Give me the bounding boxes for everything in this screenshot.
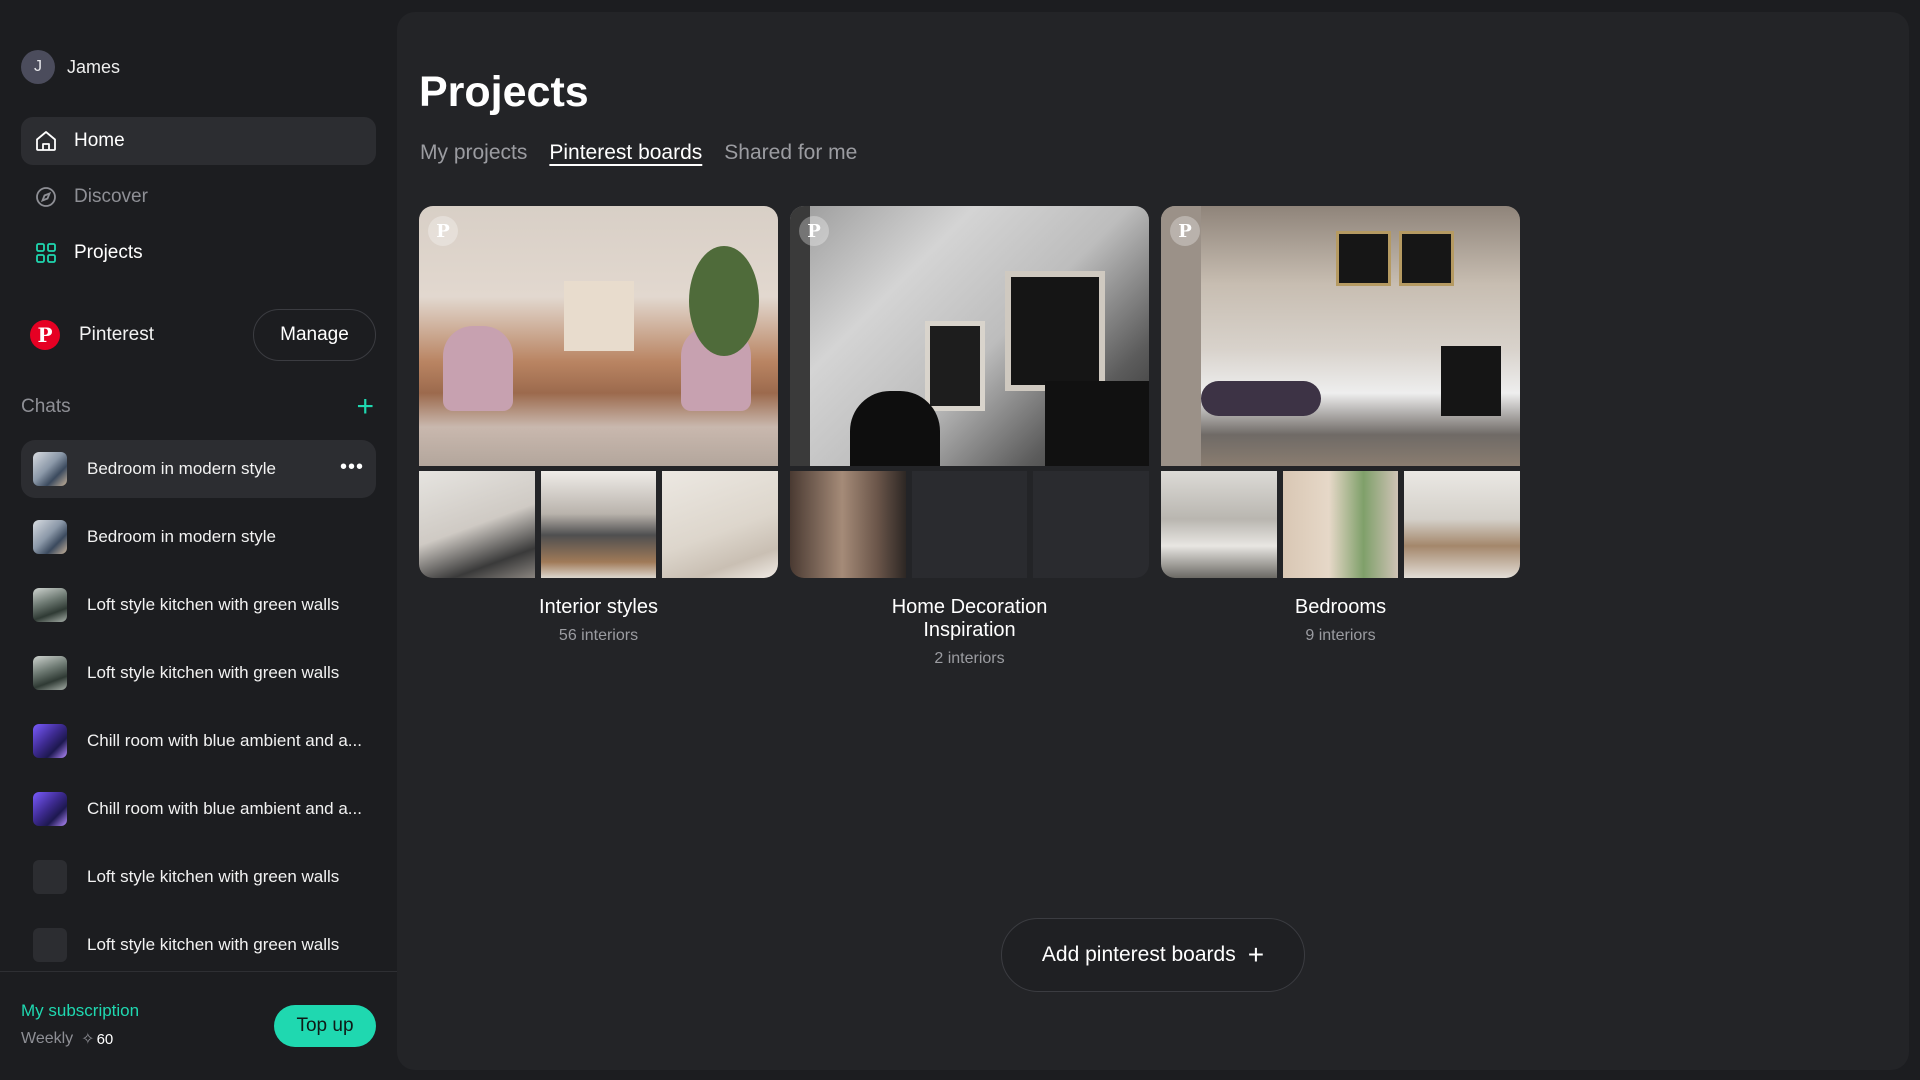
chat-item[interactable]: Bedroom in modern style bbox=[21, 508, 376, 566]
chat-label: Loft style kitchen with green walls bbox=[87, 663, 340, 682]
board-thumbnail bbox=[419, 471, 535, 578]
board-thumbnails bbox=[790, 471, 1149, 578]
board-thumbnails bbox=[419, 471, 778, 578]
home-icon bbox=[36, 131, 56, 151]
board-card[interactable]: P Home Decoration Inspiration 2 interior… bbox=[790, 206, 1149, 668]
board-thumbnail bbox=[1161, 471, 1277, 578]
grid-icon bbox=[36, 243, 56, 263]
more-options-icon[interactable]: ••• bbox=[340, 456, 364, 479]
board-image-collage[interactable]: P bbox=[1161, 206, 1520, 578]
chats-header: Chats + bbox=[21, 392, 376, 422]
add-pinterest-boards-button[interactable]: Add pinterest boards + bbox=[1001, 918, 1305, 992]
chat-label: Loft style kitchen with green walls bbox=[87, 867, 340, 886]
chat-label: Loft style kitchen with green walls bbox=[87, 935, 340, 954]
chat-thumbnail bbox=[33, 520, 67, 554]
board-grid: P Interior styles 56 interiors P Home De… bbox=[419, 206, 1520, 668]
board-cover-image: P bbox=[419, 206, 778, 466]
plus-icon: + bbox=[1247, 939, 1265, 970]
tab-pinterest-boards[interactable]: Pinterest boards bbox=[549, 141, 702, 165]
board-name: Home Decoration Inspiration bbox=[891, 596, 1048, 641]
board-thumbnail-empty bbox=[1033, 471, 1149, 578]
chat-thumbnail bbox=[33, 860, 67, 894]
chat-thumbnail bbox=[33, 792, 67, 826]
board-thumbnail bbox=[1282, 471, 1399, 578]
chat-item[interactable]: Loft style kitchen with green walls bbox=[21, 848, 376, 906]
board-count: 56 interiors bbox=[558, 627, 639, 644]
user-profile[interactable]: J James bbox=[21, 50, 120, 84]
board-name: Interior styles bbox=[539, 596, 658, 618]
project-tabs: My projects Pinterest boards Shared for … bbox=[420, 141, 857, 165]
board-thumbnail bbox=[662, 471, 778, 578]
chat-label: Loft style kitchen with green walls bbox=[87, 595, 340, 614]
tab-my-projects[interactable]: My projects bbox=[420, 141, 527, 165]
chat-label: Bedroom in modern style bbox=[87, 459, 276, 478]
chat-thumbnail bbox=[33, 588, 67, 622]
chat-thumbnail bbox=[33, 724, 67, 758]
chat-item[interactable]: Bedroom in modern style ••• bbox=[21, 440, 376, 498]
chat-item[interactable]: Loft style kitchen with green walls bbox=[21, 644, 376, 702]
chat-label: Bedroom in modern style bbox=[87, 527, 276, 546]
subscription-link[interactable]: My subscription bbox=[21, 1001, 139, 1021]
sparkle-icon: ✧ bbox=[81, 1031, 95, 1048]
manage-button[interactable]: Manage bbox=[253, 309, 376, 361]
board-thumbnails bbox=[1161, 471, 1520, 578]
credits-count: 60 bbox=[96, 1030, 114, 1048]
chat-list: Bedroom in modern style ••• Bedroom in m… bbox=[21, 440, 376, 984]
nav-item-projects[interactable]: Projects bbox=[21, 229, 376, 277]
board-thumbnail-empty bbox=[911, 471, 1028, 578]
nav-item-discover[interactable]: Discover bbox=[21, 173, 376, 221]
chat-thumbnail bbox=[33, 656, 67, 690]
chat-item[interactable]: Chill room with blue ambient and a... bbox=[21, 712, 376, 770]
nav-label-discover: Discover bbox=[74, 186, 148, 207]
board-count: 2 interiors bbox=[934, 650, 1005, 667]
nav-item-home[interactable]: Home bbox=[21, 117, 376, 165]
chat-label: Chill room with blue ambient and a... bbox=[87, 799, 362, 818]
board-cover-image: P bbox=[790, 206, 1149, 466]
board-card[interactable]: P Interior styles 56 interiors bbox=[419, 206, 778, 668]
pinterest-badge-icon: P bbox=[428, 216, 458, 246]
nav-label-projects: Projects bbox=[74, 242, 143, 263]
top-up-button[interactable]: Top up bbox=[274, 1005, 376, 1047]
sidebar: J James Home Discover Projects P Pintere… bbox=[0, 0, 397, 1080]
board-thumbnail bbox=[1404, 471, 1520, 578]
subscription-panel: My subscription Weekly ✧ 60 Top up bbox=[0, 971, 397, 1080]
chat-item[interactable]: Loft style kitchen with green walls bbox=[21, 576, 376, 634]
pinterest-badge-icon: P bbox=[799, 216, 829, 246]
avatar[interactable]: J bbox=[21, 50, 55, 84]
board-name: Bedrooms bbox=[1294, 596, 1387, 618]
chat-item[interactable]: Chill room with blue ambient and a... bbox=[21, 780, 376, 838]
tab-shared-for-me[interactable]: Shared for me bbox=[724, 141, 857, 165]
board-image-collage[interactable]: P bbox=[419, 206, 778, 578]
main-nav: Home Discover Projects bbox=[21, 117, 376, 285]
board-thumbnail bbox=[790, 471, 906, 578]
pinterest-logo-icon: P bbox=[30, 320, 60, 350]
pinterest-badge-icon: P bbox=[1170, 216, 1200, 246]
chat-thumbnail bbox=[33, 452, 67, 486]
board-thumbnail bbox=[540, 471, 657, 578]
subscription-plan: Weekly bbox=[21, 1030, 74, 1047]
pinterest-label: Pinterest bbox=[79, 324, 154, 345]
chat-item[interactable]: Loft style kitchen with green walls bbox=[21, 916, 376, 974]
nav-label-home: Home bbox=[74, 130, 125, 151]
board-cover-image: P bbox=[1161, 206, 1520, 466]
page-title: Projects bbox=[419, 68, 589, 116]
board-image-collage[interactable]: P bbox=[790, 206, 1149, 578]
user-name: James bbox=[67, 56, 121, 77]
compass-icon bbox=[36, 187, 56, 207]
chat-thumbnail bbox=[33, 928, 67, 962]
chat-label: Chill room with blue ambient and a... bbox=[87, 731, 362, 750]
main-panel: Projects My projects Pinterest boards Sh… bbox=[397, 12, 1909, 1070]
board-card[interactable]: P Bedrooms 9 interiors bbox=[1161, 206, 1520, 668]
pinterest-connection: P Pinterest Manage bbox=[21, 309, 376, 361]
board-count: 9 interiors bbox=[1305, 627, 1376, 644]
add-boards-label: Add pinterest boards bbox=[1041, 943, 1236, 966]
subscription-meta: Weekly ✧ 60 bbox=[21, 1029, 113, 1049]
chats-title: Chats bbox=[21, 396, 71, 417]
new-chat-plus-icon[interactable]: + bbox=[356, 392, 374, 422]
